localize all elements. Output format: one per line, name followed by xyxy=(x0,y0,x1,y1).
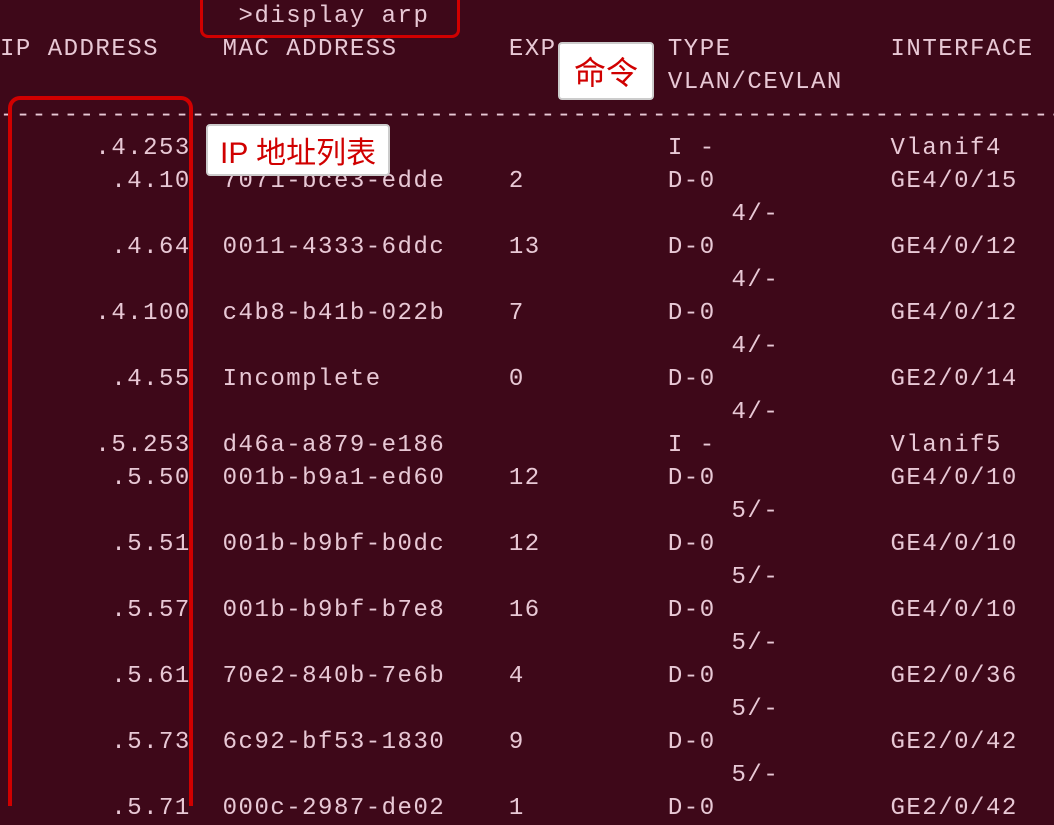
annotation-command: 命令 xyxy=(558,42,654,100)
table-row: .5.51 001b-b9bf-b0dc 12 D-0 GE4/0/10 xyxy=(0,528,1054,561)
header-row-2: VLAN/CEVLAN xyxy=(0,66,1054,99)
divider-row: ----------------------------------------… xyxy=(0,99,1054,132)
command-line: >display arp xyxy=(0,0,1054,33)
table-row-vlan: 4/- xyxy=(0,396,1054,429)
table-row-vlan: 5/- xyxy=(0,759,1054,792)
table-row: .5.61 70e2-840b-7e6b 4 D-0 GE2/0/36 xyxy=(0,660,1054,693)
table-row: .4.10 7071-bce3-edde 2 D-0 GE4/0/15 xyxy=(0,165,1054,198)
table-row-vlan: 4/- xyxy=(0,330,1054,363)
table-row: .4.55 Incomplete 0 D-0 GE2/0/14 xyxy=(0,363,1054,396)
table-row-vlan: 4/- xyxy=(0,198,1054,231)
annotation-ip-list: IP 地址列表 xyxy=(206,124,390,176)
table-row: .5.71 000c-2987-de02 1 D-0 GE2/0/42 xyxy=(0,792,1054,825)
table-row: .5.57 001b-b9bf-b7e8 16 D-0 GE4/0/10 xyxy=(0,594,1054,627)
table-row-vlan: 5/- xyxy=(0,627,1054,660)
table-row: .4.100 c4b8-b41b-022b 7 D-0 GE4/0/12 xyxy=(0,297,1054,330)
table-row: .4.64 0011-4333-6ddc 13 D-0 GE4/0/12 xyxy=(0,231,1054,264)
table-row: .4.253 I - Vlanif4 xyxy=(0,132,1054,165)
table-row: .5.50 001b-b9a1-ed60 12 D-0 GE4/0/10 xyxy=(0,462,1054,495)
table-row: .5.253 d46a-a879-e186 I - Vlanif5 xyxy=(0,429,1054,462)
header-row-1: IP ADDRESS MAC ADDRESS EXP TYPE INTERFAC… xyxy=(0,33,1054,66)
table-row-vlan: 5/- xyxy=(0,495,1054,528)
table-row-vlan: 4/- xyxy=(0,264,1054,297)
table-row-vlan: 5/- xyxy=(0,561,1054,594)
table-row-vlan: 5/- xyxy=(0,693,1054,726)
terminal-output: >display arpIP ADDRESS MAC ADDRESS EXP T… xyxy=(0,0,1054,825)
table-row: .5.73 6c92-bf53-1830 9 D-0 GE2/0/42 xyxy=(0,726,1054,759)
